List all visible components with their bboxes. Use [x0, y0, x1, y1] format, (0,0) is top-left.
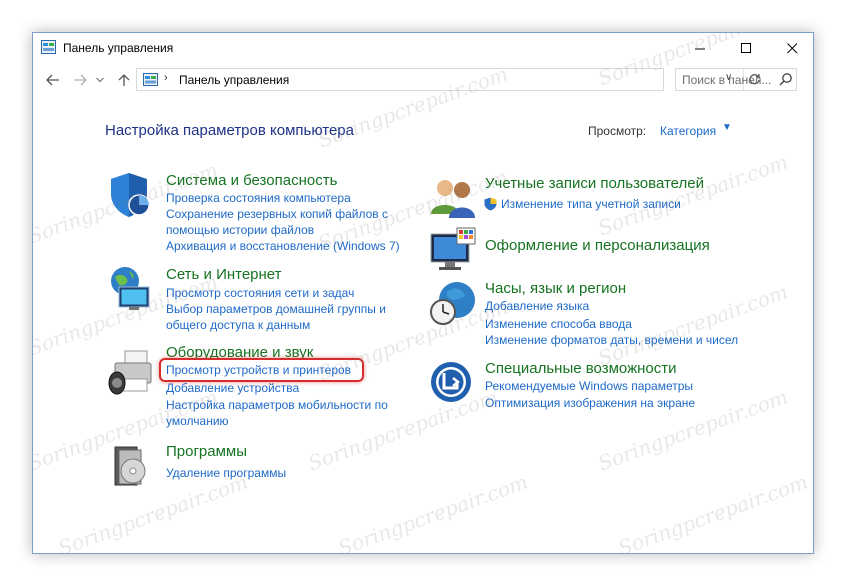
close-button[interactable]	[769, 33, 813, 63]
link-backup-file-history-cont[interactable]: помощью истории файлов	[166, 223, 314, 238]
breadcrumb-separator-icon[interactable]: ›	[164, 72, 168, 84]
window-title: Панель управления	[63, 41, 174, 55]
link-backup-restore-win7[interactable]: Архивация и восстановление (Windows 7)	[166, 239, 400, 254]
forward-button[interactable]	[69, 68, 91, 92]
search-input[interactable]: Поиск в панел...	[682, 73, 771, 87]
arrow-right-icon	[74, 74, 87, 86]
control-panel-window: Панель управления › Панель управления ∨ …	[32, 32, 814, 554]
chevron-down-icon	[96, 77, 104, 83]
category-title-users[interactable]: Учетные записи пользователей	[485, 175, 704, 192]
minimize-icon	[694, 48, 705, 49]
link-uninstall-program[interactable]: Удаление программы	[166, 466, 286, 481]
link-network-status[interactable]: Просмотр состояния сети и задач	[166, 286, 354, 301]
users-icon[interactable]	[429, 174, 477, 222]
highlight-frame	[159, 358, 364, 382]
link-mobility-settings-cont[interactable]: умолчанию	[166, 414, 229, 429]
maximize-icon	[740, 42, 751, 53]
link-homegroup-sharing[interactable]: Выбор параметров домашней группы и	[166, 302, 386, 317]
watermark-text: Soringpcrepair.com	[334, 469, 531, 554]
link-add-device[interactable]: Добавление устройства	[166, 381, 299, 396]
link-homegroup-sharing-cont[interactable]: общего доступа к данным	[166, 318, 310, 333]
category-title-programs[interactable]: Программы	[166, 443, 247, 460]
close-icon	[786, 42, 797, 53]
maximize-button[interactable]	[723, 33, 769, 63]
arrow-up-icon	[118, 73, 130, 86]
category-title-accessibility[interactable]: Специальные возможности	[485, 360, 677, 377]
up-button[interactable]	[113, 68, 135, 92]
view-dropdown-arrow-icon[interactable]: ▼	[722, 122, 732, 133]
page-title: Настройка параметров компьютера	[105, 122, 354, 139]
link-mobility-settings[interactable]: Настройка параметров мобильности по	[166, 398, 388, 413]
search-box[interactable]: Поиск в панел...	[675, 68, 797, 91]
category-title-system[interactable]: Система и безопасность	[166, 172, 337, 189]
search-icon[interactable]	[778, 72, 793, 87]
control-panel-icon	[41, 40, 56, 54]
printer-speaker-icon[interactable]	[107, 349, 155, 397]
link-optimize-display[interactable]: Оптимизация изображения на экране	[485, 396, 695, 411]
link-backup-file-history[interactable]: Сохранение резервных копий файлов с	[166, 207, 388, 222]
link-add-language[interactable]: Добавление языка	[485, 299, 589, 314]
title-bar[interactable]: Панель управления	[33, 33, 813, 63]
link-recommended-settings[interactable]: Рекомендуемые Windows параметры	[485, 379, 693, 394]
link-check-computer-status[interactable]: Проверка состояния компьютера	[166, 191, 351, 206]
category-title-appearance[interactable]: Оформление и персонализация	[485, 237, 710, 254]
recent-locations-button[interactable]	[93, 68, 107, 92]
link-change-account-type[interactable]: Изменение типа учетной записи	[501, 197, 681, 212]
appearance-monitor-icon[interactable]	[429, 226, 477, 274]
watermark-text: Soringpcrepair.com	[594, 149, 791, 241]
control-panel-icon	[143, 73, 158, 86]
shield-icon[interactable]	[107, 171, 155, 219]
link-date-time-formats[interactable]: Изменение форматов даты, времени и чисел	[485, 333, 738, 348]
link-change-input-method[interactable]: Изменение способа ввода	[485, 317, 632, 332]
clock-globe-icon[interactable]	[429, 280, 477, 328]
programs-box-icon[interactable]	[107, 441, 155, 489]
accessibility-icon[interactable]	[429, 360, 477, 408]
view-by-dropdown[interactable]: Категория	[660, 124, 716, 138]
watermark-text: Soringpcrepair.com	[614, 469, 811, 554]
address-bar[interactable]: › Панель управления ∨	[136, 68, 760, 91]
category-title-clock[interactable]: Часы, язык и регион	[485, 280, 626, 297]
uac-shield-icon	[484, 197, 497, 211]
network-globe-icon[interactable]	[107, 265, 155, 313]
back-button[interactable]	[42, 68, 64, 92]
address-row: › Панель управления ∨ Поиск в панел...	[33, 66, 813, 94]
breadcrumb-control-panel[interactable]: Панель управления	[179, 73, 289, 87]
view-by-label: Просмотр:	[588, 124, 647, 138]
arrow-left-icon	[46, 74, 59, 86]
category-title-network[interactable]: Сеть и Интернет	[166, 266, 282, 283]
minimize-button[interactable]	[677, 33, 723, 63]
